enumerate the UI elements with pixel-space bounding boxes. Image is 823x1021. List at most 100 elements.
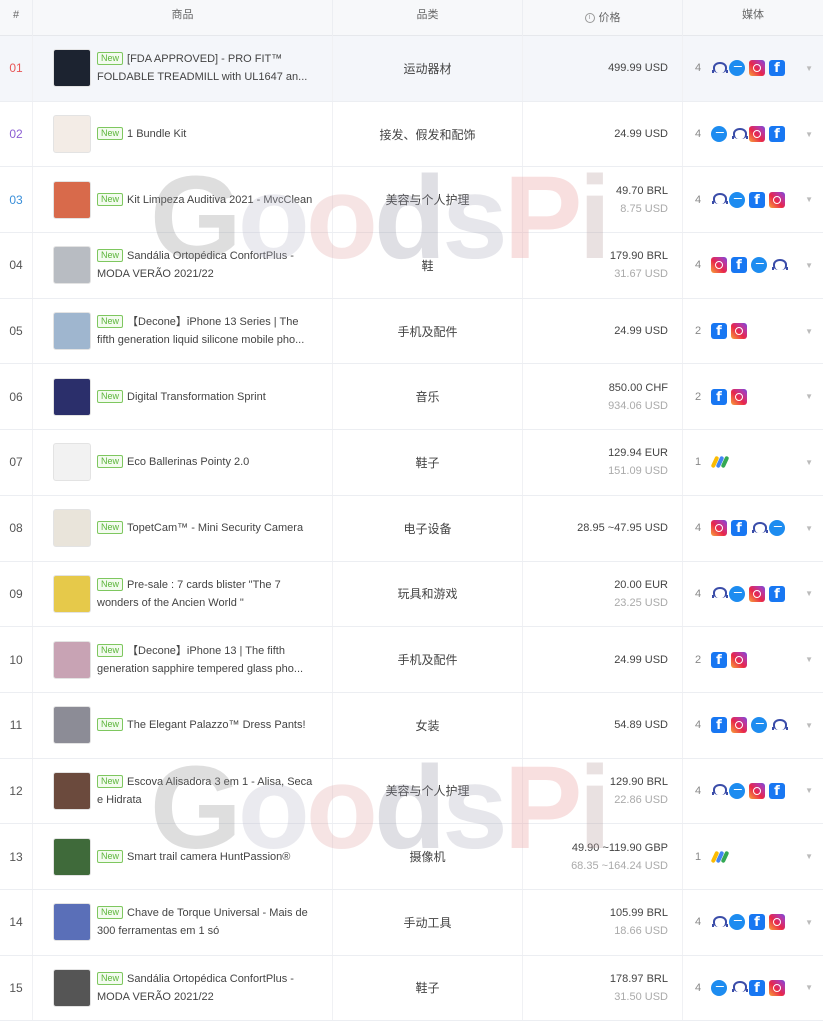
product-cell[interactable]: New Kit Limpeza Auditiva 2021 - MvcClean (33, 167, 333, 233)
table-row[interactable]: 12 New Escova Alisadora 3 em 1 - Alisa, Se… (0, 758, 823, 825)
product-thumbnail[interactable] (53, 180, 91, 219)
product-cell[interactable]: New TopetCam™ - Mini Security Camera (33, 495, 333, 561)
media-cell[interactable]: 4 f ▼ (683, 562, 823, 627)
info-icon[interactable]: i (584, 13, 595, 23)
chevron-down-icon[interactable]: ▼ (805, 655, 813, 664)
product-thumbnail[interactable] (53, 312, 91, 351)
column-header-media[interactable]: 媒体 (683, 0, 823, 36)
media-cell[interactable]: 2 f ▼ (683, 627, 823, 692)
table-row[interactable]: 14 New Chave de Torque Universal - Mais de… (0, 889, 823, 956)
table-row[interactable]: 04 New Sandália Ortopédica ConfortPlus - M… (0, 233, 823, 299)
product-cell[interactable]: New 【Decone】iPhone 13 Series | The fifth … (33, 298, 333, 364)
media-cell[interactable]: 4 f ▼ (683, 102, 823, 167)
instagram-icon (749, 782, 765, 799)
product-cell[interactable]: New [FDA APPROVED] - PRO FIT™ FOLDABLE TR… (33, 36, 333, 101)
product-title[interactable]: Kit Limpeza Auditiva 2021 - MvcClean (127, 194, 312, 206)
chevron-down-icon[interactable]: ▼ (805, 524, 813, 533)
product-title[interactable]: Sandália Ortopédica ConfortPlus - MODA V… (97, 250, 294, 280)
chevron-down-icon[interactable]: ▼ (805, 64, 813, 73)
product-cell[interactable]: New Digital Transformation Sprint (33, 364, 333, 430)
media-cell[interactable]: 4 f ▼ (683, 167, 823, 232)
product-cell[interactable]: New 1 Bundle Kit (33, 101, 333, 167)
column-header-category[interactable]: 品类 (333, 0, 523, 36)
product-title[interactable]: Eco Ballerinas Pointy 2.0 (127, 456, 249, 468)
table-row[interactable]: 01 New [FDA APPROVED] - PRO FIT™ FOLDABLE … (0, 36, 823, 102)
chevron-down-icon[interactable]: ▼ (805, 261, 813, 270)
product-thumbnail[interactable] (53, 837, 91, 876)
media-count: 2 (695, 653, 702, 666)
product-thumbnail[interactable] (53, 443, 91, 482)
product-cell[interactable]: New Smart trail camera HuntPassion® (33, 824, 333, 889)
media-cell[interactable]: 4 f ▼ (683, 36, 823, 101)
product-cell[interactable]: New 【Decone】iPhone 13 | The fifth generat… (33, 627, 333, 692)
product-cell[interactable]: New Chave de Torque Universal - Mais de 3… (33, 889, 333, 955)
media-cell[interactable]: 4 f ▼ (683, 956, 823, 1021)
product-title[interactable]: Smart trail camera HuntPassion® (127, 851, 290, 863)
product-title[interactable]: The Elegant Palazzo™ Dress Pants! (127, 719, 306, 731)
product-cell[interactable]: New Escova Alisadora 3 em 1 - Alisa, Seca… (33, 758, 333, 824)
table-row[interactable]: 08 New TopetCam™ - Mini Security Camera 电子设… (0, 495, 823, 562)
table-row[interactable]: 09 New Pre-sale : 7 cards blister "The 7 w… (0, 561, 823, 628)
product-title[interactable]: [FDA APPROVED] - PRO FIT™ FOLDABLE TREAD… (97, 53, 307, 83)
product-cell[interactable]: New Eco Ballerinas Pointy 2.0 (33, 430, 333, 495)
table-row[interactable]: 03 New Kit Limpeza Auditiva 2021 - MvcClea… (0, 167, 823, 234)
media-cell[interactable]: 1 ▼ (683, 430, 823, 495)
product-title-wrap: New 【Decone】iPhone 13 Series | The fifth … (97, 313, 319, 349)
table-row[interactable]: 02 New 1 Bundle Kit 接发、假发和配饰 24.99 USD 4 f ▼ (0, 101, 823, 168)
chevron-down-icon[interactable]: ▼ (805, 852, 813, 861)
table-row[interactable]: 10 New 【Decone】iPhone 13 | The fifth gener… (0, 627, 823, 693)
media-cell[interactable]: 4 f ▼ (683, 890, 823, 955)
table-row[interactable]: 07 New Eco Ballerinas Pointy 2.0 鞋子 129.94 E… (0, 430, 823, 496)
product-cell[interactable]: New Sandália Ortopédica ConfortPlus - MOD… (33, 233, 333, 298)
product-thumbnail[interactable] (53, 706, 91, 745)
chevron-down-icon[interactable]: ▼ (805, 392, 813, 401)
product-cell[interactable]: New Pre-sale : 7 cards blister "The 7 won… (33, 561, 333, 627)
product-thumbnail[interactable] (53, 968, 91, 1007)
chevron-down-icon[interactable]: ▼ (805, 786, 813, 795)
product-thumbnail[interactable] (53, 640, 91, 679)
product-thumbnail[interactable] (53, 771, 91, 810)
media-cell[interactable]: 2 f ▼ (683, 299, 823, 364)
chevron-down-icon[interactable]: ▼ (805, 195, 813, 204)
product-thumbnail[interactable] (53, 49, 91, 88)
media-cell[interactable]: 1 ▼ (683, 824, 823, 889)
media-cell[interactable]: 4 f ▼ (683, 759, 823, 824)
product-title[interactable]: Sandália Ortopédica ConfortPlus - MODA V… (97, 973, 294, 1003)
table-row[interactable]: 11 New The Elegant Palazzo™ Dress Pants! 女装… (0, 692, 823, 759)
row-index: 01 (0, 36, 33, 101)
product-title[interactable]: TopetCam™ - Mini Security Camera (127, 522, 303, 534)
product-thumbnail[interactable] (53, 574, 91, 613)
product-thumbnail[interactable] (53, 246, 91, 285)
table-row[interactable]: 13 New Smart trail camera HuntPassion® 摄像机 4… (0, 824, 823, 890)
media-cell[interactable]: 4 f ▼ (683, 233, 823, 298)
table-row[interactable]: 05 New 【Decone】iPhone 13 Series | The fift… (0, 298, 823, 365)
chevron-down-icon[interactable]: ▼ (805, 327, 813, 336)
product-thumbnail[interactable] (53, 115, 91, 154)
product-cell[interactable]: New The Elegant Palazzo™ Dress Pants! (33, 692, 333, 758)
product-title[interactable]: 【Decone】iPhone 13 | The fifth generation… (97, 645, 303, 675)
chevron-down-icon[interactable]: ▼ (805, 721, 813, 730)
column-header-price[interactable]: i 价格 (523, 0, 683, 36)
product-title[interactable]: Chave de Torque Universal - Mais de 300 … (97, 907, 308, 937)
media-cell[interactable]: 4 f ▼ (683, 496, 823, 561)
chevron-down-icon[interactable]: ▼ (805, 589, 813, 598)
media-cell[interactable]: 2 f ▼ (683, 364, 823, 429)
product-title[interactable]: 1 Bundle Kit (127, 128, 186, 140)
product-title[interactable]: Digital Transformation Sprint (127, 391, 266, 403)
media-cell[interactable]: 4 f ▼ (683, 693, 823, 758)
product-title[interactable]: Escova Alisadora 3 em 1 - Alisa, Seca e … (97, 776, 312, 806)
table-row[interactable]: 06 New Digital Transformation Sprint 音乐 850.… (0, 364, 823, 431)
product-title[interactable]: 【Decone】iPhone 13 Series | The fifth gen… (97, 316, 304, 346)
chevron-down-icon[interactable]: ▼ (805, 458, 813, 467)
product-thumbnail[interactable] (53, 377, 91, 416)
chevron-down-icon[interactable]: ▼ (805, 983, 813, 992)
product-thumbnail[interactable] (53, 509, 91, 548)
product-cell[interactable]: New Sandália Ortopédica ConfortPlus - MOD… (33, 955, 333, 1021)
table-row[interactable]: 15 New Sandália Ortopédica ConfortPlus - M… (0, 955, 823, 1021)
product-title[interactable]: Pre-sale : 7 cards blister "The 7 wonder… (97, 579, 281, 609)
chevron-down-icon[interactable]: ▼ (805, 130, 813, 139)
product-title-wrap: New Pre-sale : 7 cards blister "The 7 won… (97, 576, 319, 612)
column-header-product[interactable]: 商品 (33, 0, 333, 36)
product-thumbnail[interactable] (53, 903, 91, 942)
chevron-down-icon[interactable]: ▼ (805, 918, 813, 927)
